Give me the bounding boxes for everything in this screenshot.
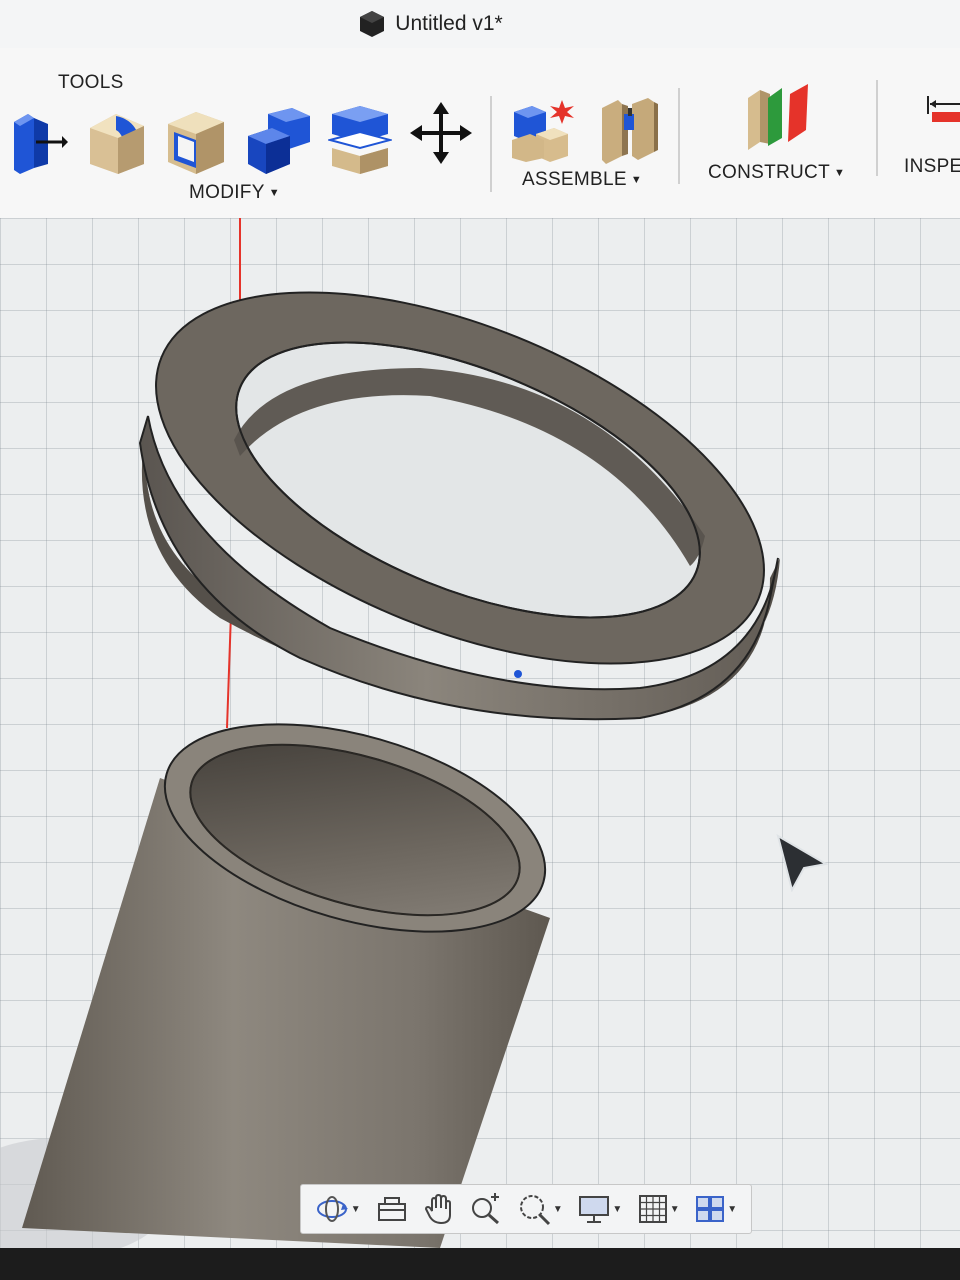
toolbar-separator [490, 96, 492, 192]
fit-button[interactable]: ▼ [517, 1192, 563, 1226]
look-at-icon [378, 1197, 407, 1221]
inspect-menu[interactable]: INSPE [904, 156, 960, 178]
fillet-icon[interactable] [90, 114, 144, 174]
offset-plane-icon[interactable] [748, 84, 808, 150]
joint-icon[interactable] [602, 98, 658, 164]
design-toolbar: TOOLS MODIFY ▼ ASSEMBLE ▼ CONSTRUCT ▼ IN… [0, 48, 960, 219]
look-at-button[interactable] [376, 1194, 408, 1224]
move-icon[interactable] [410, 102, 472, 164]
toolbar-separator [876, 80, 878, 176]
display-settings-icon [579, 1196, 610, 1223]
pan-icon [424, 1193, 451, 1225]
z-axis-line-lower [226, 612, 232, 729]
press-pull-icon[interactable] [8, 108, 68, 174]
display-settings-button[interactable]: ▼ [578, 1194, 622, 1224]
app-window: Untitled v1* TOOLS MODIFY ▼ ASSEMBLE ▼ C… [0, 0, 960, 1248]
construct-menu[interactable]: CONSTRUCT ▼ [708, 162, 845, 184]
selection-marker [514, 670, 522, 678]
measure-icon[interactable] [927, 96, 960, 122]
mouse-pointer-icon [776, 834, 828, 892]
ring-body[interactable] [105, 218, 816, 740]
grid-settings-button[interactable]: ▼ [638, 1194, 680, 1224]
navigation-bar: ▼ ▼ ▼ ▼ ▼ [300, 1184, 752, 1234]
zoom-button[interactable] [469, 1193, 501, 1225]
viewports-button[interactable]: ▼ [695, 1195, 737, 1223]
new-component-icon[interactable] [512, 100, 574, 162]
shell-icon[interactable] [168, 112, 224, 174]
canvas-viewport[interactable] [0, 218, 960, 1248]
zoom-icon [472, 1193, 500, 1225]
split-body-icon[interactable] [328, 106, 392, 174]
modify-menu[interactable]: MODIFY ▼ [189, 182, 280, 204]
orbit-icon [316, 1196, 348, 1222]
model-scene [0, 218, 816, 1248]
combine-icon[interactable] [248, 108, 310, 174]
assemble-menu[interactable]: ASSEMBLE ▼ [522, 169, 642, 191]
pan-button[interactable] [424, 1193, 454, 1225]
orbit-button[interactable]: ▼ [315, 1194, 361, 1224]
tube-body[interactable] [22, 686, 569, 1248]
grid-settings-icon [638, 1195, 667, 1223]
fit-icon [519, 1195, 550, 1226]
document-title: Untitled v1* [395, 12, 503, 35]
title-bar: Untitled v1* [0, 0, 960, 48]
tools-label: TOOLS [58, 72, 124, 93]
toolbar-separator [678, 88, 680, 184]
document-cube-icon [360, 11, 385, 37]
viewports-icon [696, 1196, 725, 1222]
